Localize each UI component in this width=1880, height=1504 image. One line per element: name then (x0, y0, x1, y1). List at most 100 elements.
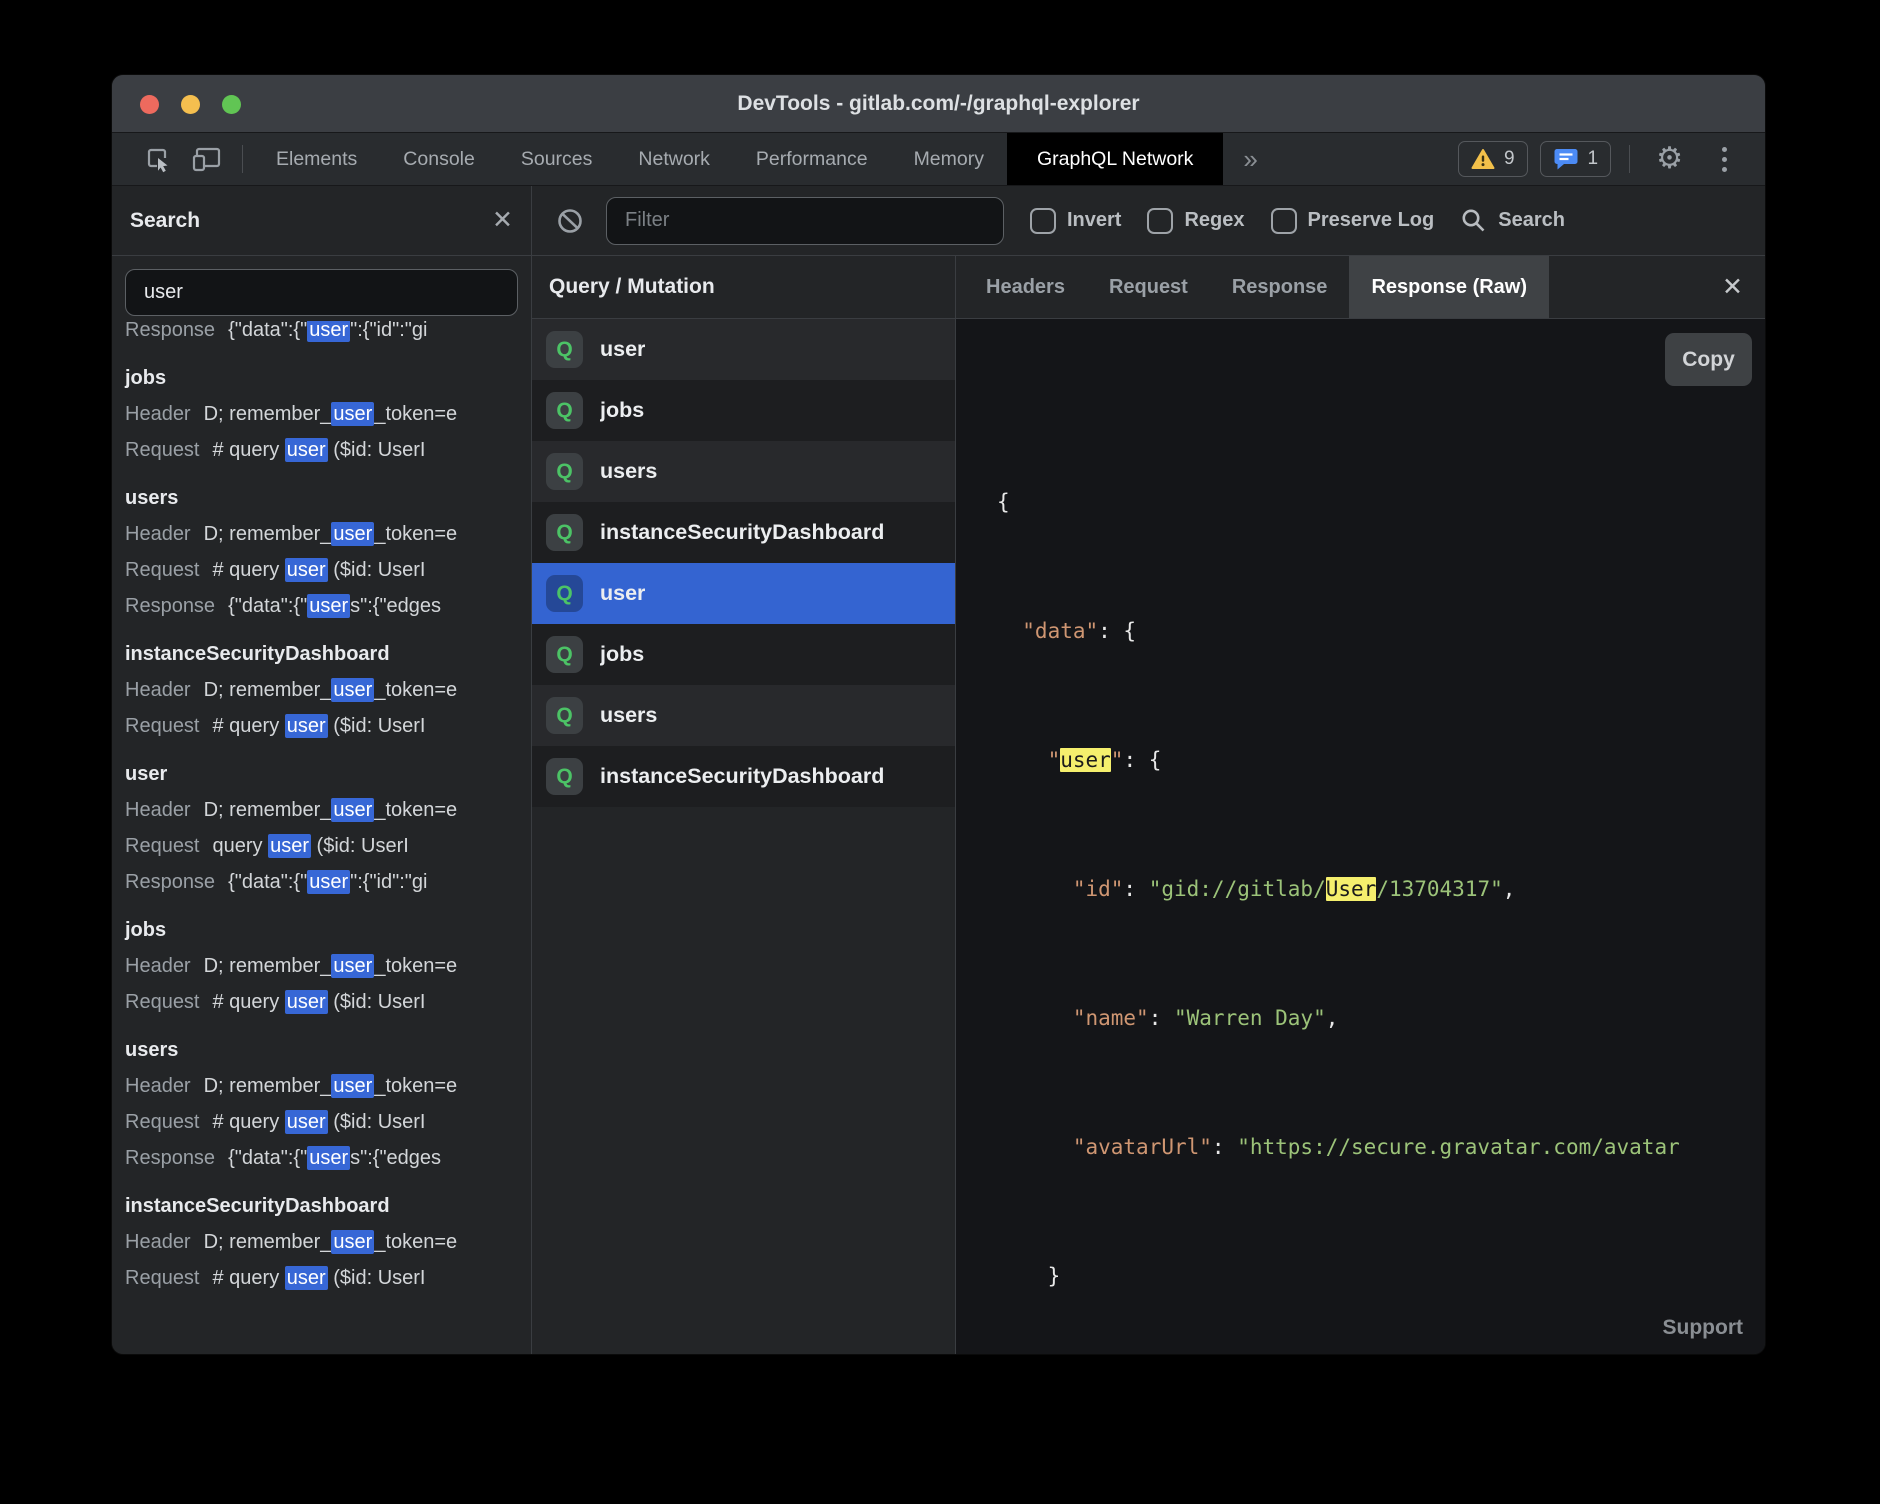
response-tabs: Headers Request Response Response (Raw) … (956, 256, 1765, 319)
query-panel-title: Query / Mutation (549, 275, 715, 299)
query-list-item[interactable]: QinstanceSecurityDashboard (532, 746, 955, 807)
tab-console[interactable]: Console (380, 133, 498, 185)
tab-response[interactable]: Response (1210, 256, 1350, 318)
query-panel-header: Query / Mutation (532, 256, 955, 319)
search-panel-header: Search ✕ (112, 186, 531, 256)
search-result-row[interactable]: Request# query user ($id: UserI (125, 1260, 518, 1296)
invert-checkbox[interactable]: Invert (1030, 208, 1121, 234)
regex-checkbox[interactable]: Regex (1147, 208, 1244, 234)
tab-network[interactable]: Network (615, 133, 733, 185)
query-list-item[interactable]: Quser (532, 319, 955, 380)
search-result-row[interactable]: Request# query user ($id: UserI (125, 1104, 518, 1140)
search-result-row[interactable]: Request# query user ($id: UserI (125, 708, 518, 744)
search-result-row[interactable]: HeaderD; remember_user_token=e (125, 1224, 518, 1260)
minimize-window-button[interactable] (181, 95, 200, 114)
traffic-lights (140, 75, 241, 133)
warning-triangle-icon (1471, 148, 1495, 170)
tab-graphql-network[interactable]: GraphQL Network (1007, 133, 1223, 185)
query-type-badge: Q (546, 697, 583, 734)
query-list-item[interactable]: Qjobs (532, 380, 955, 441)
search-result-row[interactable]: Request# query user ($id: UserI (125, 552, 518, 588)
center-right-area: Invert Regex Preserve Log Search (532, 186, 1765, 1354)
query-list-item[interactable]: QinstanceSecurityDashboard (532, 502, 955, 563)
messages-badge[interactable]: 1 (1540, 141, 1612, 177)
query-type-badge: Q (546, 514, 583, 551)
query-mutation-panel: Query / Mutation Quser Qjobs Qusers Qins… (532, 256, 956, 1354)
support-link[interactable]: Support (1663, 1316, 1743, 1340)
search-result-group-title[interactable]: jobs (125, 912, 518, 948)
query-list-item-selected[interactable]: Quser (532, 563, 955, 624)
messages-count: 1 (1588, 148, 1599, 170)
search-result-row[interactable]: Response{"data":{"users":{"edges (125, 588, 518, 624)
search-result-group-title[interactable]: jobs (125, 360, 518, 396)
search-result-row[interactable]: HeaderD; remember_user_token=e (125, 792, 518, 828)
tab-sources[interactable]: Sources (498, 133, 616, 185)
more-tabs-chevron-icon[interactable]: » (1223, 133, 1277, 185)
search-result-row[interactable]: Requestquery user ($id: UserI (125, 828, 518, 864)
window-title: DevTools - gitlab.com/-/graphql-explorer (737, 92, 1139, 116)
search-result-group-title[interactable]: instanceSecurityDashboard (125, 636, 518, 672)
search-result-row[interactable]: Request# query user ($id: UserI (125, 984, 518, 1020)
search-result-row[interactable]: HeaderD; remember_user_token=e (125, 948, 518, 984)
checkbox-box (1271, 208, 1297, 234)
tab-headers[interactable]: Headers (964, 256, 1087, 318)
search-input-row (112, 256, 531, 321)
close-window-button[interactable] (140, 95, 159, 114)
search-result-row[interactable]: HeaderD; remember_user_token=e (125, 396, 518, 432)
search-toggle[interactable]: Search (1460, 207, 1565, 234)
query-type-badge: Q (546, 758, 583, 795)
query-list-item[interactable]: Qusers (532, 685, 955, 746)
query-type-badge: Q (546, 453, 583, 490)
search-panel: Search ✕ Response{"data":{"user":{"id":"… (112, 186, 532, 1354)
main-content: Search ✕ Response{"data":{"user":{"id":"… (112, 186, 1765, 1354)
search-result-group-title[interactable]: users (125, 480, 518, 516)
search-result-group-title[interactable]: instanceSecurityDashboard (125, 1188, 518, 1224)
query-list-item[interactable]: Qjobs (532, 624, 955, 685)
preserve-log-label: Preserve Log (1308, 209, 1435, 232)
search-result-row[interactable]: Response{"data":{"user":{"id":"gi (125, 864, 518, 900)
query-type-badge: Q (546, 575, 583, 612)
toolbar-right-controls: 9 1 ⚙ (1458, 133, 1765, 185)
search-toggle-label: Search (1498, 209, 1565, 232)
search-result-row[interactable]: Response{"data":{"users":{"edges (125, 1140, 518, 1176)
chat-bubble-icon (1553, 147, 1579, 171)
clear-block-icon[interactable] (546, 207, 594, 235)
search-result-row[interactable]: Request# query user ($id: UserI (125, 432, 518, 468)
search-input[interactable] (125, 269, 518, 316)
toolbar-separator (1629, 145, 1630, 173)
search-result-row[interactable]: HeaderD; remember_user_token=e (125, 1068, 518, 1104)
tab-response-raw[interactable]: Response (Raw) (1349, 256, 1549, 318)
tab-request[interactable]: Request (1087, 256, 1210, 318)
filter-input[interactable] (606, 197, 1004, 245)
invert-label: Invert (1067, 209, 1121, 232)
preserve-log-checkbox[interactable]: Preserve Log (1271, 208, 1435, 234)
search-result-group-title[interactable]: user (125, 756, 518, 792)
checkbox-box (1147, 208, 1173, 234)
search-icon (1460, 207, 1487, 234)
device-toolbar-icon[interactable] (182, 133, 232, 185)
copy-button[interactable]: Copy (1665, 333, 1752, 386)
search-result-group-title[interactable]: users (125, 1032, 518, 1068)
body-row: Query / Mutation Quser Qjobs Qusers Qins… (532, 256, 1765, 1354)
zoom-window-button[interactable] (222, 95, 241, 114)
query-list-item[interactable]: Qusers (532, 441, 955, 502)
toolbar-separator (242, 145, 243, 173)
tab-performance[interactable]: Performance (733, 133, 891, 185)
toolbar-tabs: Elements Console Sources Network Perform… (253, 133, 1223, 185)
tab-memory[interactable]: Memory (891, 133, 1007, 185)
inspect-element-icon[interactable] (134, 133, 182, 185)
search-close-icon[interactable]: ✕ (492, 208, 513, 233)
titlebar: DevTools - gitlab.com/-/graphql-explorer (112, 75, 1765, 133)
query-type-badge: Q (546, 392, 583, 429)
tab-elements[interactable]: Elements (253, 133, 380, 185)
search-result-row[interactable]: HeaderD; remember_user_token=e (125, 672, 518, 708)
search-result-row[interactable]: HeaderD; remember_user_token=e (125, 516, 518, 552)
detail-close-icon[interactable]: ✕ (1700, 256, 1765, 318)
more-options-kebab-icon[interactable] (1703, 141, 1745, 177)
devtools-window: DevTools - gitlab.com/-/graphql-explorer… (111, 74, 1766, 1355)
settings-gear-icon[interactable]: ⚙ (1648, 144, 1691, 174)
search-result-row[interactable]: Response{"data":{"user":{"id":"gi (125, 321, 518, 348)
search-match-highlight: User (1326, 877, 1377, 901)
devtools-toolbar: Elements Console Sources Network Perform… (112, 133, 1765, 186)
warnings-badge[interactable]: 9 (1458, 141, 1528, 177)
